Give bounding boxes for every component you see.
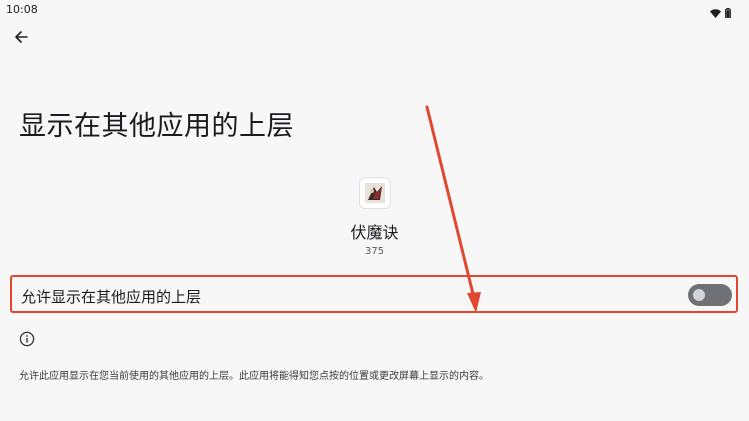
status-time: 10:08 <box>6 3 38 16</box>
back-button[interactable] <box>8 26 34 52</box>
page-title: 显示在其他应用的上层 <box>19 111 294 142</box>
info-icon <box>19 331 35 347</box>
switch-thumb <box>693 289 705 301</box>
app-icon <box>359 178 390 208</box>
allow-overlay-switch[interactable] <box>688 284 732 306</box>
battery-icon <box>725 3 731 22</box>
permission-description: 允许此应用显示在您当前使用的其他应用的上层。此应用将能得知您点按的位置或更改屏幕… <box>19 371 489 382</box>
arrow-left-icon <box>13 29 29 49</box>
app-info: 伏魔诀 375 <box>0 178 749 257</box>
allow-overlay-row[interactable]: 允许显示在其他应用的上层 <box>10 275 738 313</box>
allow-overlay-label: 允许显示在其他应用的上层 <box>21 288 202 306</box>
status-icons <box>710 3 731 22</box>
status-bar: 10:08 <box>0 0 749 20</box>
wifi-icon <box>710 3 721 22</box>
app-version: 375 <box>364 246 385 257</box>
app-name: 伏魔诀 <box>350 223 399 242</box>
settings-screen: 10:08 显示在其他应用的上层 伏魔诀 375 允许显示在其他应用的上层 允许… <box>0 0 749 421</box>
